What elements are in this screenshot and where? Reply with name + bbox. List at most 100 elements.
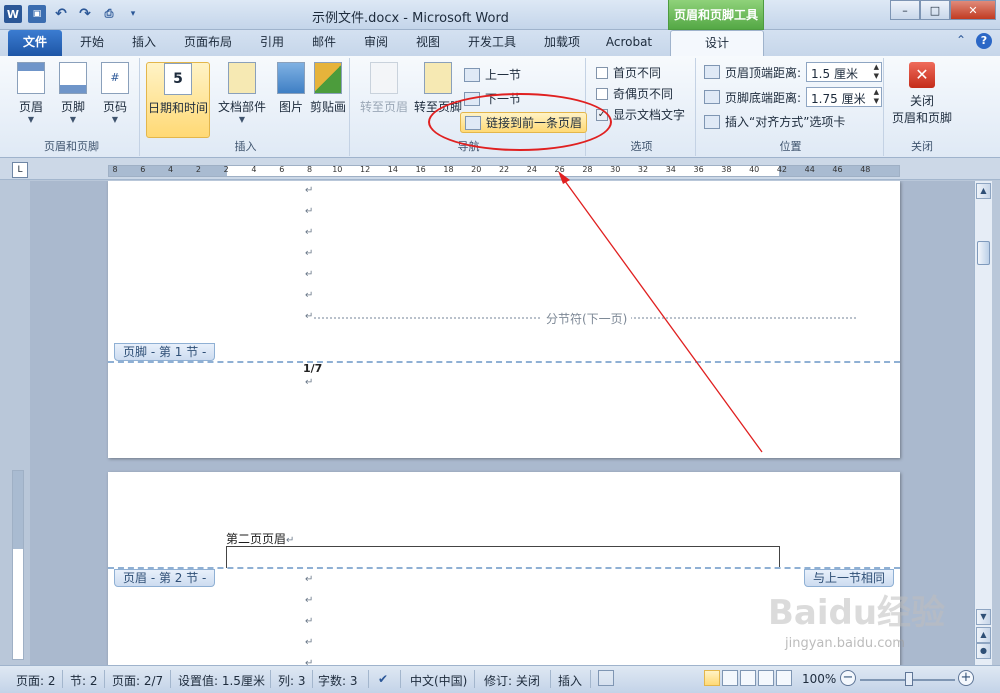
different-odd-even-checkbox[interactable]: 奇偶页不同 [596,85,673,102]
tab-developer[interactable]: 开发工具 [460,30,524,56]
tab-view[interactable]: 视图 [408,30,448,56]
document-parts-button[interactable]: 文档部件 ▼ [214,62,270,124]
footer-bottom-distance-input[interactable]: 1.75 厘米 ▲ ▼ [806,87,883,107]
prev-page-icon[interactable]: ▲ [976,627,991,643]
tab-insert[interactable]: 插入 [124,30,164,56]
horizontal-ruler[interactable]: 8 6 4 2 2 4 6 8 10 12 14 16 18 20 22 24 26 28 30 32 34 36 38 40… [108,165,900,177]
paragraph-mark: ↵ [305,574,314,585]
insert-alignment-tab-button[interactable]: 插入“对齐方式”选项卡 [704,113,845,130]
chevron-down-icon: ▼ [69,115,77,124]
save-icon[interactable]: ▣ [28,5,46,23]
status-word-count[interactable]: 字数: 3 [318,672,358,689]
ruler-tick-label: 8 [112,165,118,174]
undo-icon[interactable]: ↶ [52,5,70,23]
tab-addins[interactable]: 加载项 [536,30,588,56]
minimize-button[interactable]: – [890,0,920,20]
datetime-button[interactable]: 5 日期和时间 [146,62,210,138]
status-separator [170,670,171,688]
word-app-icon[interactable]: W [4,5,22,23]
status-page[interactable]: 页面: 2 [16,672,56,689]
status-separator [400,670,401,688]
draft-view-icon[interactable] [776,670,792,686]
close-button[interactable]: ✕ [950,0,996,20]
status-track-changes[interactable]: 修订: 关闭 [484,672,540,689]
close-header-footer-button[interactable]: ✕ 关闭 页眉和页脚 [888,62,956,126]
zoom-level[interactable]: 100% [802,672,836,686]
header-border [226,546,780,568]
scroll-up-icon[interactable]: ▲ [976,183,991,199]
redo-icon[interactable]: ↷ [76,5,94,23]
status-page-of[interactable]: 页面: 2/7 [112,672,163,689]
status-separator [368,670,369,688]
header-icon [17,62,45,94]
header-button[interactable]: 页眉 ▼ [10,62,52,124]
status-separator [62,670,63,688]
ruler-tick-label: 28 [582,165,593,174]
zoom-out-icon[interactable]: − [840,670,856,686]
page-number-button[interactable]: # 页码 ▼ [94,62,136,124]
full-screen-reading-icon[interactable] [722,670,738,686]
status-setting[interactable]: 设置值: 1.5厘米 [178,672,265,689]
print-preview-icon[interactable]: ⎙ [100,5,118,23]
vertical-ruler[interactable] [12,470,24,660]
tab-review[interactable]: 审阅 [356,30,396,56]
tab-mailings[interactable]: 邮件 [304,30,344,56]
scroll-thumb[interactable] [977,241,990,265]
prev-section-icon [464,67,480,82]
tab-file[interactable]: 文件 [8,30,62,56]
status-column[interactable]: 列: 3 [278,672,306,689]
ruler-tick-label: 34 [665,165,676,174]
status-section[interactable]: 节: 2 [70,672,98,689]
paragraph-mark: ↵ [286,535,295,546]
ruler-tick-label: 22 [498,165,510,174]
spinner-arrows-icon[interactable]: ▲ ▼ [874,63,879,81]
footer-position-icon [704,90,720,104]
macro-record-icon[interactable] [598,670,614,686]
print-layout-view-icon[interactable] [704,670,720,686]
status-language[interactable]: 中文(中国) [410,672,467,689]
minimize-ribbon-icon[interactable]: ⌃ [956,33,966,49]
help-icon[interactable]: ? [976,33,992,49]
section-break-label: 分节符(下一页) [542,310,632,327]
header-boundary-line [108,567,900,569]
ruler-tick-label: 4 [251,165,257,174]
paragraph-mark: ↵ [305,595,314,606]
proofing-icon[interactable]: ✔ [378,672,388,686]
page-number-field[interactable]: 1/7 [303,362,322,375]
browse-object-icon[interactable]: ● [976,643,991,659]
customize-qat-icon[interactable]: ▾ [124,5,142,23]
scroll-down-icon[interactable]: ▼ [976,609,991,625]
ribbon-tabs: 文件 开始 插入 页面布局 引用 邮件 审阅 视图 开发工具 加载项 Acrob… [0,30,1000,56]
ruler-tick-label: 30 [610,165,621,174]
web-layout-icon[interactable] [740,670,756,686]
tab-home[interactable]: 开始 [72,30,112,56]
ruler-tick-label: 2 [195,165,201,174]
footer-button[interactable]: 页脚 ▼ [52,62,94,124]
zoom-in-icon[interactable]: + [958,670,974,686]
ruler-tick-label: 38 [721,165,732,174]
tab-design[interactable]: 设计 [670,30,764,56]
prev-section-button[interactable]: 上一节 [464,66,521,83]
goto-header-button[interactable]: 转至页眉 [356,62,412,115]
tab-acrobat[interactable]: Acrobat [598,30,660,56]
tab-references[interactable]: 引用 [252,30,292,56]
tab-page-layout[interactable]: 页面布局 [176,30,240,56]
page-1: ↵ ↵ ↵ ↵ ↵ ↵ ↵ 分节符(下一页) 页脚 - 第 1 节 - 1/7 … [108,181,900,458]
header-top-distance-input[interactable]: 1.5 厘米 ▲ ▼ [806,62,883,82]
outline-view-icon[interactable] [758,670,774,686]
tab-selector-icon[interactable]: L [12,162,28,178]
ruler-tick-label: 14 [387,165,398,174]
ruler-tick-label: 6 [279,165,285,174]
status-separator [270,670,271,688]
zoom-slider-thumb[interactable] [905,672,913,686]
status-insert-mode[interactable]: 插入 [558,672,582,689]
vertical-scrollbar[interactable]: ▲ ▼ ▲ ● [974,181,992,665]
quick-access-toolbar: W ▣ ↶ ↷ ⎙ ▾ [4,5,142,23]
spinner-arrows-icon[interactable]: ▲ ▼ [874,88,879,106]
different-first-page-checkbox[interactable]: 首页不同 [596,64,661,81]
clipart-button[interactable]: 剪贴画 [306,62,350,115]
maximize-button[interactable]: □ [920,0,950,20]
ruler-tick-label: 8 [306,165,313,174]
page2-header-text[interactable]: 第二页页眉↵ [226,530,294,547]
ruler-tick-label: 40 [749,165,760,174]
